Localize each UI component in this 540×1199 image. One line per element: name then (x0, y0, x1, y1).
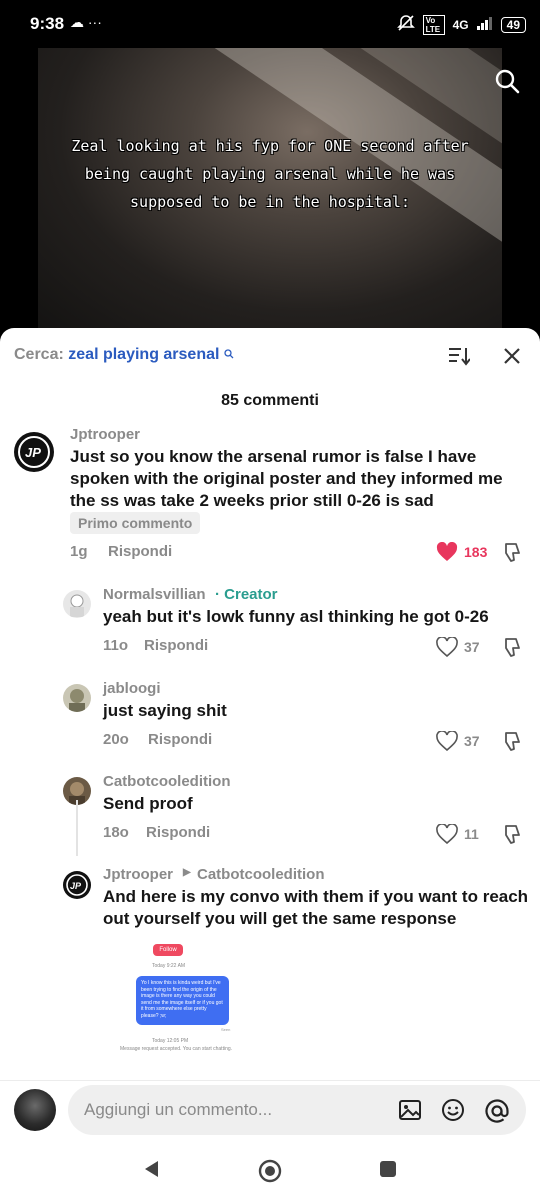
avatar[interactable]: JP (14, 432, 54, 472)
comment-username[interactable]: Normalsvillian (103, 586, 206, 603)
dm-seen: Seen (221, 1027, 231, 1032)
network-label: 4G (452, 17, 469, 32)
comment-text: And here is my convo with them if you wa… (103, 887, 529, 928)
avatar[interactable]: JP (63, 871, 91, 899)
like-count: 37 (464, 733, 480, 749)
comment-text: Send proof (103, 794, 193, 813)
heart-icon (436, 637, 458, 657)
heart-icon (436, 542, 458, 561)
reply-button[interactable]: Rispondi (146, 824, 210, 841)
status-left-icons: ☁ ··· (70, 14, 102, 30)
volte-badge: Vo LTE (422, 14, 445, 35)
search-term[interactable]: zeal playing arsenal (68, 346, 219, 363)
system-nav-bar (0, 1151, 540, 1191)
dm-timestamp: Today 9:22 AM (152, 963, 186, 969)
signal-icon (476, 16, 493, 33)
back-icon[interactable] (142, 1159, 162, 1184)
status-right: Vo LTE 4G 49 (396, 14, 526, 35)
dislike-icon[interactable] (502, 731, 524, 758)
comment-username[interactable]: Catbotcooledition (103, 773, 231, 790)
heart-icon (436, 731, 458, 751)
svg-text:JP: JP (25, 445, 41, 460)
like-button[interactable]: 183 (436, 542, 487, 562)
dislike-icon[interactable] (502, 542, 524, 569)
sort-icon[interactable] (448, 346, 471, 371)
comment-username[interactable]: jabloogi (103, 680, 161, 697)
comment-footer (0, 1080, 540, 1199)
like-count: 183 (464, 544, 488, 560)
avatar[interactable] (63, 684, 91, 712)
comment-text: just saying shit (103, 701, 227, 720)
dm-message: Yo I know this is kinda weird but I've b… (136, 976, 229, 1025)
comments-sheet: Cerca: zeal playing arsenal 85 commenti … (0, 328, 540, 1199)
image-icon[interactable] (398, 1098, 422, 1127)
comment-text: yeah but it's lowk funny asl thinking he… (103, 607, 489, 626)
video-player[interactable]: Zeal looking at his fyp for ONE second a… (38, 48, 502, 328)
battery-indicator: 49 (500, 16, 526, 33)
status-time: 9:38 (30, 14, 65, 33)
like-button[interactable]: 11 (436, 824, 479, 844)
comment-username[interactable]: Jptrooper (70, 426, 140, 443)
svg-text:JP: JP (70, 881, 82, 891)
thread-line (76, 800, 78, 856)
like-button[interactable]: 37 (436, 637, 480, 657)
search-icon[interactable] (494, 68, 520, 94)
reply-button[interactable]: Rispondi (144, 637, 208, 654)
avatar[interactable] (63, 590, 91, 618)
comment-age: 1g (70, 543, 88, 560)
like-button[interactable]: 37 (436, 731, 480, 751)
dislike-icon[interactable] (502, 824, 524, 851)
reply-to-username[interactable]: Catbotcooledition (197, 866, 325, 883)
comment-age: 11o (103, 637, 129, 654)
comments-count: 85 commenti (221, 392, 319, 409)
close-icon[interactable] (502, 346, 522, 371)
dislike-icon[interactable] (502, 637, 524, 664)
comment-image[interactable]: Follow Today 9:22 AM Yo I know this is k… (112, 936, 252, 1071)
dm-follow-button: Follow (153, 944, 183, 956)
avatar[interactable] (14, 1089, 56, 1131)
first-comment-badge: Primo commento (70, 512, 201, 534)
heart-icon (436, 824, 458, 844)
like-count: 37 (464, 639, 480, 655)
comment-age: 20o (103, 731, 129, 748)
comment-username[interactable]: Jptrooper (103, 866, 173, 883)
like-count: 11 (464, 826, 479, 842)
status-bar: 9:38 ☁ ··· Vo LTE 4G 49 (0, 0, 540, 48)
mute-icon (396, 14, 415, 35)
search-prefix: Cerca: (14, 346, 64, 363)
reply-button[interactable]: Rispondi (148, 731, 212, 748)
mention-icon[interactable] (484, 1098, 510, 1129)
emoji-icon[interactable] (441, 1098, 465, 1127)
dm-note: Message request accepted. You can start … (120, 1046, 233, 1052)
reply-button[interactable]: Rispondi (108, 543, 172, 560)
search-suggestion[interactable]: Cerca: zeal playing arsenal (14, 346, 234, 364)
comment-age: 18o (103, 824, 129, 841)
reply-arrow-icon: ▶ (183, 867, 191, 878)
comment-text: Just so you know the arsenal rumor is fa… (70, 447, 503, 510)
video-caption: Zeal looking at his fyp for ONE second a… (71, 137, 469, 211)
recents-icon[interactable] (378, 1159, 398, 1184)
creator-tag: · Creator (215, 586, 278, 603)
home-icon[interactable] (258, 1159, 282, 1188)
search-small-icon (224, 346, 234, 363)
dm-timestamp: Today 12:05 PM (152, 1038, 189, 1044)
